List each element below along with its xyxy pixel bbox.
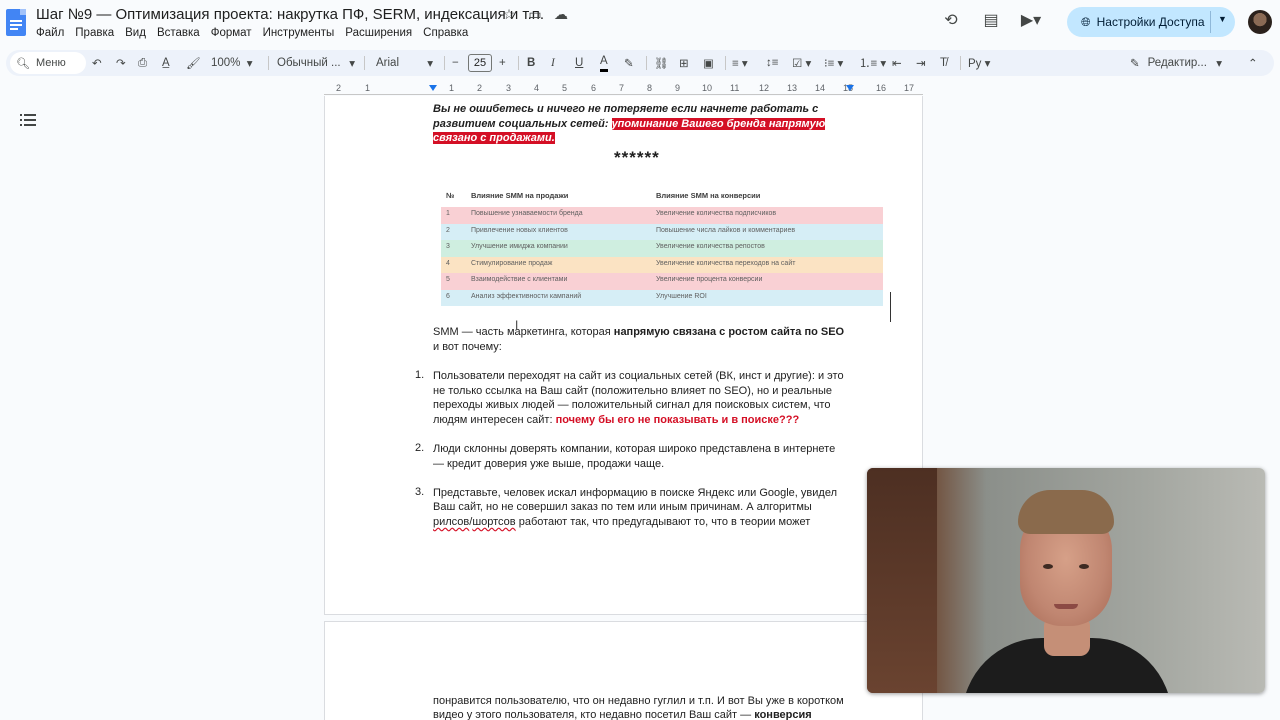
checklist-icon[interactable]: ☑ ▾: [792, 50, 811, 76]
smm-paragraph-line: и вот почему:: [433, 341, 502, 353]
page2-line: видео у этого пользователя, кто недавно …: [433, 709, 812, 720]
style-select[interactable]: Обычный ... ▾: [277, 50, 355, 76]
menu-file[interactable]: Файл: [36, 27, 64, 39]
share-button[interactable]: 🌐︎ Настройки Доступа ▼: [1067, 7, 1235, 37]
menu-view[interactable]: Вид: [125, 27, 146, 39]
page2-line: понравится пользователю, что он недавно …: [433, 695, 844, 707]
webcam-video-overlay[interactable]: [867, 468, 1265, 693]
document-page[interactable]: [324, 96, 923, 615]
table-row: 3 Улучшение имиджа компании Увеличение к…: [441, 240, 883, 257]
smm-paragraph-line: SMM — часть маркетинга, которая напрямую…: [433, 326, 845, 338]
list-item-line: рилсов/шортсов работают так, что предуга…: [433, 516, 811, 528]
list-item-line: Представьте, человек искал информацию в …: [433, 487, 837, 499]
intro-paragraph-line: развитием социальных сетей: упоминание В…: [433, 118, 826, 130]
spellcheck-icon[interactable]: A̲: [162, 50, 170, 76]
menu-insert[interactable]: Вставка: [157, 27, 200, 39]
table-row: 6 Анализ эффективности кампаний Улучшени…: [441, 289, 883, 306]
list-number: 2.: [415, 442, 425, 454]
menu-edit[interactable]: Правка: [75, 27, 114, 39]
link-icon[interactable]: ⛓︎: [654, 50, 669, 76]
highlight-icon[interactable]: ✎: [624, 50, 634, 76]
menu-bar: Файл Правка Вид Вставка Формат Инструмен…: [36, 27, 479, 39]
intro-paragraph-line: связано с продажами.: [433, 131, 555, 146]
numbered-list-icon[interactable]: ⒈≡ ▾: [859, 50, 886, 76]
print-icon[interactable]: ⎙: [138, 50, 147, 76]
docs-logo-icon[interactable]: [6, 9, 26, 36]
list-item-line: Люди склонны доверять компании, которая …: [433, 443, 836, 455]
line-spacing-icon[interactable]: ↕≡: [766, 50, 778, 76]
font-size-input[interactable]: 25: [468, 54, 492, 72]
list-item-line: Ваш сайт, но не совершил заказ по тем ил…: [433, 501, 812, 513]
decrease-font-icon[interactable]: −: [452, 50, 459, 76]
avatar[interactable]: [1248, 10, 1272, 34]
image-icon[interactable]: ▣: [703, 50, 714, 76]
highlighted-text: связано с продажами.: [433, 132, 555, 144]
undo-icon[interactable]: ↶: [92, 50, 102, 76]
list-item-line: людям интересен сайт: почему бы его не п…: [433, 414, 800, 426]
star-icon[interactable]: ☆: [501, 6, 517, 23]
text-cursor: [890, 292, 891, 322]
list-item-line: не только ссылка на Ваш сайт (положитель…: [433, 385, 833, 397]
separator-stars: ******: [614, 148, 660, 167]
title-bar: Шаг №9 — Оптимизация проекта: накрутка П…: [0, 0, 1280, 46]
bulleted-list-icon[interactable]: ⁝≡ ▾: [824, 50, 843, 76]
document-title[interactable]: Шаг №9 — Оптимизация проекта: накрутка П…: [36, 6, 544, 23]
zoom-select[interactable]: 100% ▾: [211, 50, 253, 76]
cloud-status-icon[interactable]: ☁: [553, 6, 569, 23]
globe-icon: 🌐︎: [1081, 14, 1091, 29]
ruler[interactable]: 2 1 1 2 3 4 5 6 7 8 9 10 11 12 13 14 15 …: [324, 83, 923, 95]
table-header: № Влияние SMM на продажи Влияние SMM на …: [446, 191, 761, 200]
editing-mode-select[interactable]: ✎ Редактир... ▾: [1130, 50, 1222, 76]
menu-help[interactable]: Справка: [423, 27, 468, 39]
align-icon[interactable]: ≡ ▾: [732, 50, 748, 76]
left-indent-marker[interactable]: [429, 85, 437, 91]
meet-icon[interactable]: ▶▾: [1020, 10, 1042, 30]
menu-search-input[interactable]: 🔍︎ Меню: [10, 52, 86, 74]
increase-indent-icon[interactable]: ⇥: [916, 50, 926, 76]
input-tools-icon[interactable]: Pу ▾: [968, 50, 990, 76]
paint-format-icon[interactable]: 🖌︎: [186, 50, 201, 76]
search-icon: 🔍︎: [16, 57, 30, 70]
menu-extensions[interactable]: Расширения: [345, 27, 412, 39]
share-label: Настройки Доступа: [1096, 15, 1205, 29]
toolbar: 🔍︎ Меню ↶ ↷ ⎙ A̲ 🖌︎ 100% ▾ Обычный ... ▾ …: [6, 50, 1274, 76]
right-indent-marker[interactable]: [846, 85, 854, 91]
bold-icon[interactable]: B: [527, 50, 535, 76]
text-color-icon[interactable]: A: [600, 52, 608, 72]
list-number: 1.: [415, 369, 425, 381]
redo-icon[interactable]: ↷: [116, 50, 126, 76]
table-row: 1 Повышение узнаваемости бренда Увеличен…: [441, 207, 883, 224]
comment-add-icon[interactable]: ⊞: [679, 50, 689, 76]
underline-icon[interactable]: U: [575, 50, 583, 76]
smm-table-image[interactable]: № Влияние SMM на продажи Влияние SMM на …: [441, 188, 883, 306]
comments-icon[interactable]: ▤: [980, 10, 1002, 30]
list-number: 3.: [415, 486, 425, 498]
table-row: 4 Стимулирование продаж Увеличение колич…: [441, 256, 883, 273]
list-item-line: переходы живых людей — положительный сиг…: [433, 399, 831, 411]
italic-icon[interactable]: I: [551, 50, 555, 76]
increase-font-icon[interactable]: +: [499, 50, 506, 76]
font-select[interactable]: Arial ▾: [376, 50, 433, 76]
list-item-line: Пользователи переходят на сайт из социал…: [433, 370, 844, 382]
clear-formatting-icon[interactable]: T̸: [940, 50, 947, 76]
history-icon[interactable]: ⟲: [940, 10, 962, 30]
table-row: 2 Привлечение новых клиентов Повышение ч…: [441, 223, 883, 240]
list-item-line: — кредит доверия уже выше, продажи чаще.: [433, 458, 665, 470]
pencil-icon: ✎: [1130, 58, 1140, 70]
decrease-indent-icon[interactable]: ⇤: [892, 50, 902, 76]
menu-format[interactable]: Формат: [211, 27, 252, 39]
highlighted-text: упоминание Вашего бренда напрямую: [611, 118, 826, 130]
menu-tools[interactable]: Инструменты: [263, 27, 335, 39]
collapse-toolbar-icon[interactable]: ⌃: [1248, 50, 1258, 76]
table-row: 5 Взаимодействие с клиентами Увеличение …: [441, 273, 883, 290]
move-folder-icon[interactable]: ▭: [527, 6, 543, 23]
intro-paragraph-line: Вы не ошибетесь и ничего не потеряете ес…: [433, 103, 819, 115]
document-outline-icon[interactable]: [20, 114, 36, 128]
chevron-down-icon[interactable]: ▼: [1218, 14, 1227, 24]
